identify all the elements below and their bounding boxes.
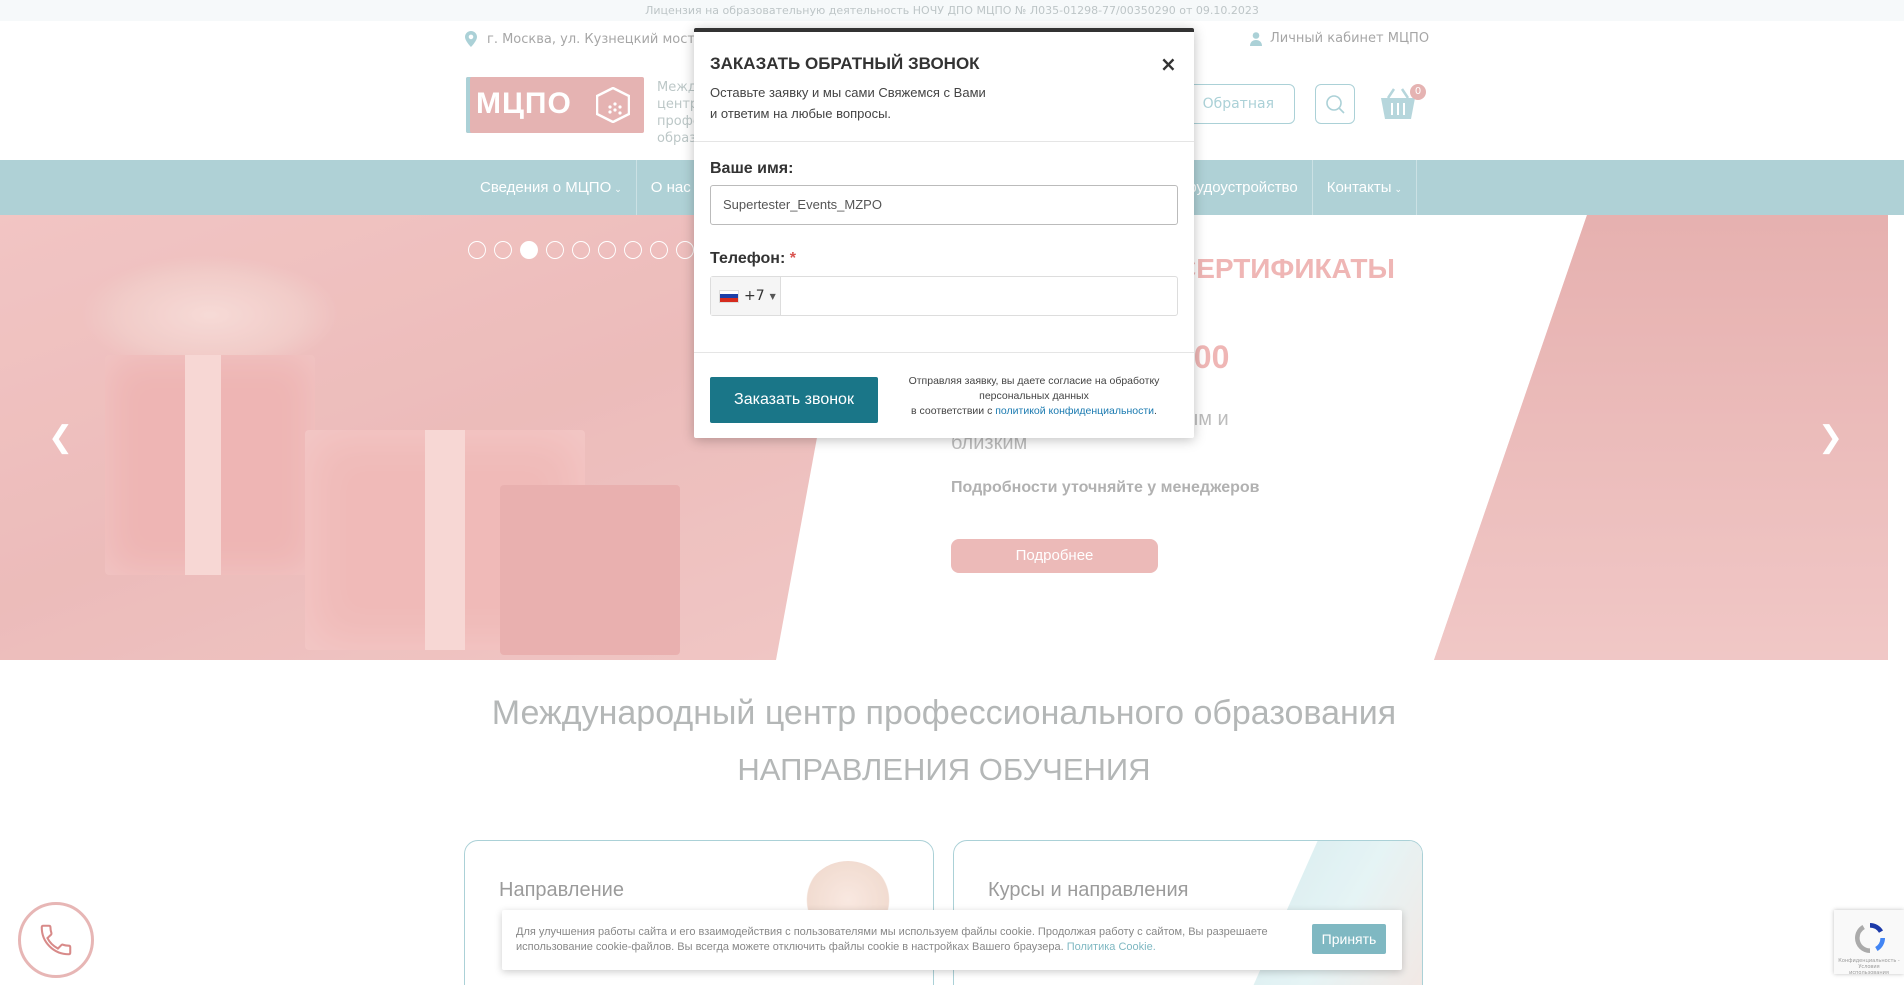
phone-icon xyxy=(40,924,72,956)
cookie-text: Для улучшения работы сайта и его взаимод… xyxy=(516,925,1276,955)
modal-desc-line: и ответим на любые вопросы. xyxy=(710,106,892,121)
modal-header: ЗАКАЗАТЬ ОБРАТНЫЙ ЗВОНОК Оставьте заявку… xyxy=(694,32,1194,142)
cookie-banner: Для улучшения работы сайта и его взаимод… xyxy=(502,910,1402,970)
name-label: Ваше имя: xyxy=(710,160,794,177)
recaptcha-icon xyxy=(1855,923,1885,953)
modal-desc-line: Оставьте заявку и мы сами Свяжемся с Вам… xyxy=(710,85,986,100)
consent-text: Отправляя заявку, вы даете согласие на о… xyxy=(884,374,1184,419)
country-code-select[interactable]: +7 ▼ xyxy=(711,277,781,315)
callback-modal: ЗАКАЗАТЬ ОБРАТНЫЙ ЗВОНОК Оставьте заявку… xyxy=(694,28,1194,438)
recaptcha-text: Конфиденциальность - Условия использован… xyxy=(1838,958,1900,976)
consent-line: в соответствии с xyxy=(911,405,993,417)
modal-divider xyxy=(694,352,1194,353)
privacy-policy-link[interactable]: политикой конфиденциальности xyxy=(995,405,1154,417)
caret-down-icon: ▼ xyxy=(769,291,776,301)
recaptcha-badge[interactable]: Конфиденциальность - Условия использован… xyxy=(1834,910,1904,976)
close-icon[interactable]: × xyxy=(1160,52,1177,76)
cookie-accept-button[interactable]: Принять xyxy=(1312,924,1386,954)
callback-float-button[interactable] xyxy=(18,902,94,978)
cookie-policy-link[interactable]: Политика Cookie. xyxy=(1067,941,1156,953)
consent-end: . xyxy=(1154,405,1157,417)
country-code: +7 xyxy=(744,288,765,304)
order-call-button[interactable]: Заказать звонок xyxy=(710,377,878,423)
required-marker: * xyxy=(789,250,796,267)
modal-title: ЗАКАЗАТЬ ОБРАТНЫЙ ЗВОНОК xyxy=(710,54,980,73)
phone-input[interactable]: +7 ▼ xyxy=(710,276,1178,316)
phone-label: Телефон: * xyxy=(710,250,796,268)
russia-flag-icon xyxy=(719,289,739,303)
name-input[interactable]: Supertester_Events_MZPO xyxy=(710,185,1178,225)
modal-description: Оставьте заявку и мы сами Свяжемся с Вам… xyxy=(710,82,1030,124)
consent-line: Отправляя заявку, вы даете согласие на о… xyxy=(908,375,1160,402)
phone-label-text: Телефон: xyxy=(710,250,786,267)
